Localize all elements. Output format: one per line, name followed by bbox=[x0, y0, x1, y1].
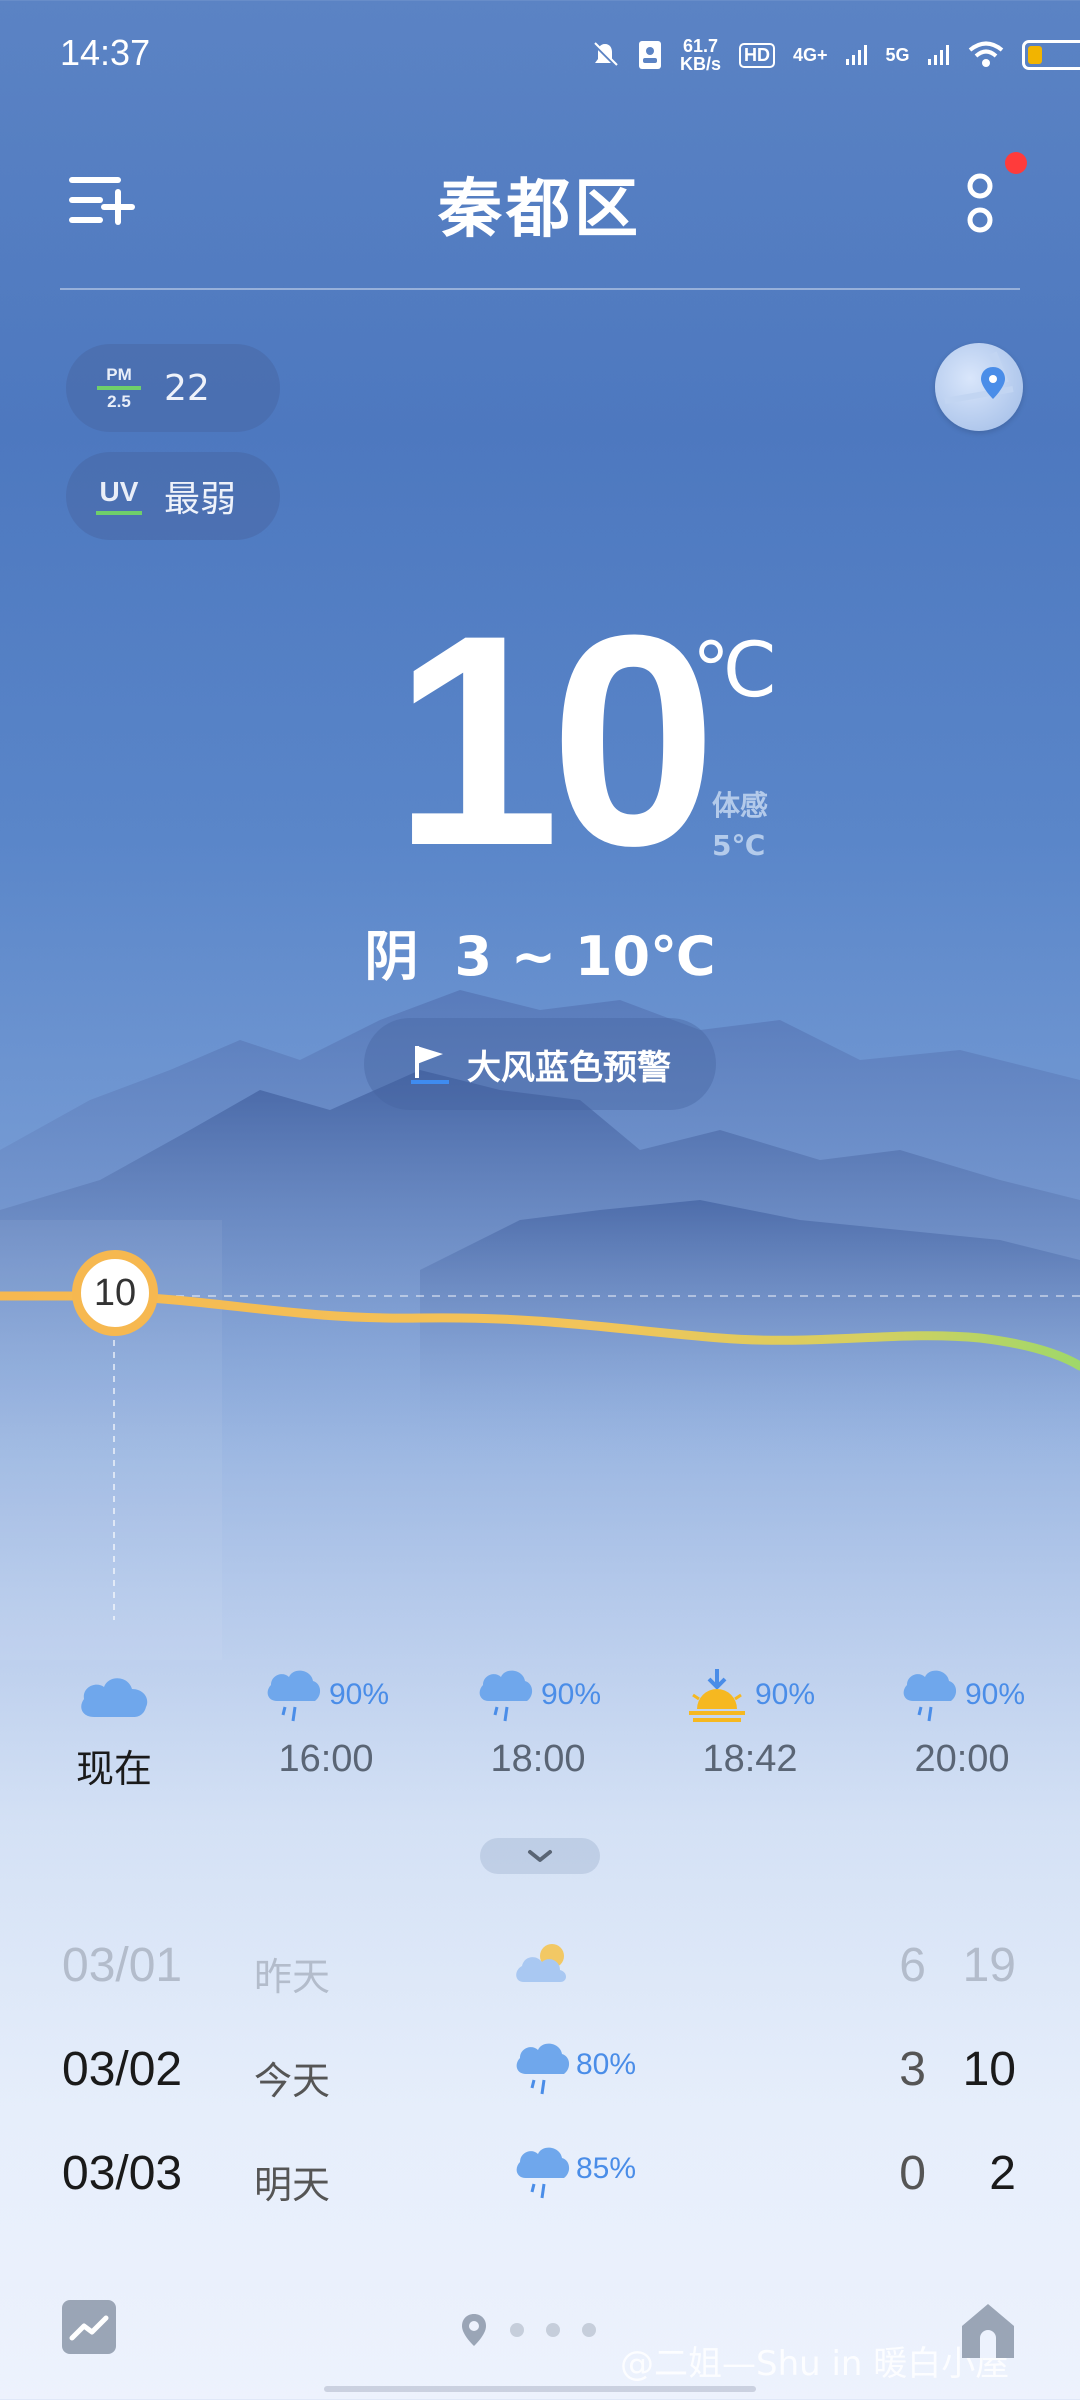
expand-button[interactable] bbox=[480, 1838, 600, 1874]
pm25-value: 22 bbox=[164, 367, 210, 409]
daily-high: 10 bbox=[962, 2043, 1016, 2096]
hourly-precip: 90% bbox=[540, 1678, 602, 1711]
signal-icon-2 bbox=[927, 45, 949, 65]
pm-label-bottom: 2.5 bbox=[107, 392, 131, 411]
more-options-icon[interactable] bbox=[955, 170, 1005, 240]
uv-chip[interactable]: UV 最弱 bbox=[66, 452, 280, 540]
hourly-time: 16:00 bbox=[278, 1738, 374, 1780]
net-speed: 61.7 KB/s bbox=[680, 37, 721, 73]
daily-label: 今天 bbox=[254, 2059, 331, 2103]
cloud-icon bbox=[81, 1678, 148, 1717]
net-4g-label: 4G+ bbox=[793, 44, 828, 65]
condition-text: 阴 bbox=[364, 925, 419, 988]
weather-alert[interactable]: 大风蓝色预警 bbox=[364, 1018, 716, 1110]
hourly-item[interactable]: 现在 bbox=[34, 1660, 194, 1793]
notification-dot bbox=[1005, 152, 1027, 174]
feels-like-label: 体感 bbox=[712, 789, 769, 822]
status-bar: 14:37 61.7 KB/s HD 4G+ 5G bbox=[0, 0, 1080, 110]
temperature-range: 3 ~ 10℃ bbox=[454, 925, 716, 988]
page-dot[interactable] bbox=[546, 2323, 560, 2337]
page-dot[interactable] bbox=[510, 2323, 524, 2337]
map-button[interactable] bbox=[935, 343, 1023, 431]
page-indicator bbox=[460, 2312, 596, 2348]
pm25-chip[interactable]: PM 2.5 22 bbox=[66, 344, 280, 432]
home-icon[interactable] bbox=[958, 2300, 1018, 2362]
daily-date: 03/02 bbox=[62, 2043, 183, 2096]
rain-cloud-icon bbox=[903, 1670, 957, 1722]
home-indicator[interactable] bbox=[324, 2386, 756, 2392]
mute-icon bbox=[592, 42, 618, 68]
rain-cloud-icon bbox=[479, 1670, 533, 1722]
partly-cloudy-icon bbox=[516, 1944, 566, 1982]
warning-flag-icon bbox=[411, 1046, 449, 1084]
daily-precip: 85% bbox=[576, 2152, 637, 2185]
temperature-trend-chart bbox=[0, 1220, 1080, 1660]
feels-like-value: 5℃ bbox=[712, 829, 766, 862]
pm25-icon: PM 2.5 bbox=[96, 366, 142, 410]
daily-row[interactable]: 03/01 昨天 6 19 bbox=[0, 1922, 1080, 2012]
uv-value: 最弱 bbox=[164, 479, 237, 520]
pm-label-top: PM bbox=[106, 365, 132, 384]
hourly-time: 20:00 bbox=[914, 1738, 1010, 1780]
trend-chart-icon bbox=[69, 2315, 109, 2341]
rain-cloud-icon bbox=[516, 2043, 570, 2095]
rain-cloud-icon bbox=[516, 2147, 570, 2199]
temperature-unit: ℃ bbox=[692, 625, 778, 714]
hourly-item[interactable]: 90% 16:00 bbox=[246, 1660, 406, 1781]
battery-icon bbox=[1021, 40, 1080, 70]
signal-icon bbox=[845, 45, 867, 65]
daily-row[interactable]: 03/02 今天 80% 3 10 bbox=[0, 2026, 1080, 2116]
daily-low: 6 bbox=[899, 1939, 926, 1992]
chevron-down-icon bbox=[528, 1850, 552, 1862]
trend-button[interactable] bbox=[62, 2300, 116, 2354]
city-title[interactable]: 秦都区 bbox=[340, 158, 740, 250]
daily-date: 03/01 bbox=[62, 1939, 183, 1992]
location-page-icon bbox=[462, 2314, 486, 2346]
hourly-precip: 90% bbox=[328, 1678, 390, 1711]
alert-text: 大风蓝色预警 bbox=[467, 1047, 671, 1088]
hourly-time: 18:00 bbox=[490, 1738, 586, 1780]
feels-like: 体感 5℃ bbox=[712, 786, 768, 866]
daily-high: 19 bbox=[962, 1939, 1016, 1992]
rain-cloud-icon bbox=[267, 1670, 321, 1722]
sunset-icon bbox=[688, 1669, 745, 1722]
daily-precip: 80% bbox=[576, 2048, 637, 2081]
page-dot[interactable] bbox=[582, 2323, 596, 2337]
daily-high: 2 bbox=[989, 2147, 1016, 2200]
daily-label: 昨天 bbox=[254, 1955, 331, 1999]
hourly-item[interactable]: 90% 20:00 bbox=[882, 1660, 1042, 1781]
daily-low: 3 bbox=[899, 2043, 926, 2096]
daily-row[interactable]: 03/03 明天 85% 0 2 bbox=[0, 2130, 1080, 2220]
daily-date: 03/03 bbox=[62, 2147, 183, 2200]
uv-label: UV bbox=[99, 476, 139, 507]
watermark: @二姐—Shu in 暖白小屋 bbox=[620, 2344, 1010, 2384]
hourly-item[interactable]: 90% 18:00 bbox=[458, 1660, 618, 1781]
current-temp-badge: 10 bbox=[72, 1250, 158, 1336]
location-pin-icon bbox=[944, 351, 1014, 404]
uv-icon: UV bbox=[96, 477, 142, 515]
status-time: 14:37 bbox=[60, 32, 151, 73]
id-card-icon bbox=[639, 41, 661, 69]
hourly-item[interactable]: 90% 18:42 bbox=[670, 1660, 830, 1781]
hourly-precip: 90% bbox=[754, 1678, 816, 1711]
net-5g-label: 5G bbox=[885, 44, 910, 65]
hourly-time: 18:42 bbox=[702, 1738, 798, 1780]
wifi-icon bbox=[968, 41, 1003, 67]
status-icons: 61.7 KB/s HD 4G+ 5G bbox=[590, 30, 1080, 80]
hd-label: HD bbox=[739, 42, 776, 68]
current-temperature: 10 bbox=[393, 572, 717, 908]
daily-label: 明天 bbox=[254, 2163, 331, 2207]
hourly-time: 现在 bbox=[75, 1747, 152, 1791]
net-speed-value: 61.7 bbox=[682, 36, 719, 56]
daily-low: 0 bbox=[899, 2147, 926, 2200]
hourly-precip: 90% bbox=[964, 1678, 1026, 1711]
header-divider bbox=[60, 288, 1020, 290]
battery-level bbox=[1027, 46, 1042, 64]
net-speed-unit: KB/s bbox=[680, 54, 722, 74]
city-list-add-icon[interactable] bbox=[68, 170, 138, 230]
